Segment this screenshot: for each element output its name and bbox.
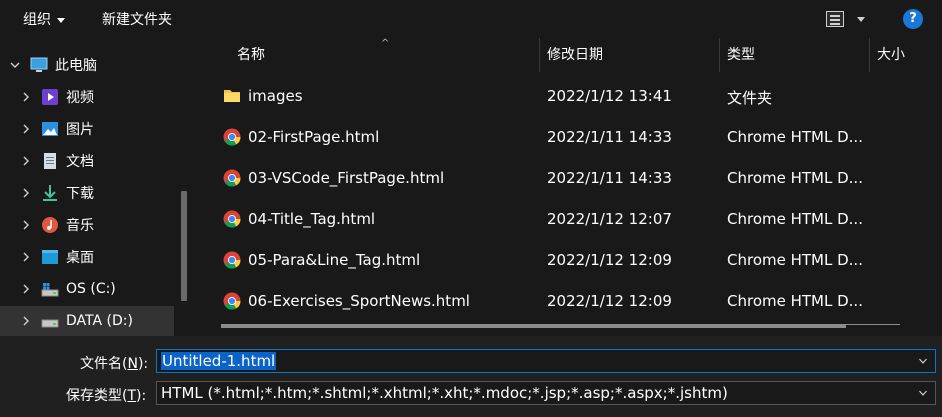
file-name: 04-Title_Tag.html [248,210,376,228]
chevron-right-icon[interactable] [21,188,31,198]
chevron-right-icon[interactable] [21,92,31,102]
file-type: Chrome HTML D... [727,292,863,310]
chevron-right-icon[interactable] [21,316,31,326]
nav-item-downloads[interactable]: 下载 [21,178,94,208]
new-folder-button[interactable]: 新建文件夹 [102,9,172,29]
chevron-right-icon[interactable] [21,220,31,230]
toolbar: 组织 新建文件夹 ? [0,0,942,38]
file-date: 2022/1/12 13:41 [547,87,672,105]
nav-item-label: DATA (D:) [66,313,133,329]
chevron-right-icon[interactable] [21,284,31,294]
drive-c-icon [41,283,59,297]
file-row[interactable]: 06-Exercises_SportNews.html 2022/1/12 12… [199,282,942,323]
file-name: 02-FirstPage.html [248,128,380,146]
file-type: Chrome HTML D... [727,210,863,228]
folder-icon [224,90,240,102]
file-row[interactable]: 05-Para&Line_Tag.html 2022/1/12 12:09 Ch… [199,241,942,282]
file-row[interactable]: images 2022/1/12 13:41 文件夹 [199,77,942,118]
download-icon [43,185,57,201]
music-icon [42,217,58,233]
view-options-icon[interactable] [826,11,844,27]
navigation-pane: 此电脑 视频 图片 文档 下载 音乐 桌面 OS (C:) DATA (D:) [0,38,199,336]
filetype-label: 保存类型(T): [66,388,147,404]
nav-item-label: 下载 [66,186,94,202]
computer-icon [30,57,48,72]
filetype-value: HTML (*.html;*.htm;*.shtml;*.xhtml;*.xht… [161,384,728,402]
column-header-name[interactable]: 名称 [229,38,265,72]
help-icon[interactable]: ? [903,9,923,29]
filename-input[interactable]: Untitled-1.html [156,349,936,373]
file-row[interactable]: 04-Title_Tag.html 2022/1/12 12:07 Chrome… [199,200,942,241]
nav-item-pictures[interactable]: 图片 [21,114,94,144]
new-folder-label: 新建文件夹 [102,12,172,28]
file-list: ^ 名称 修改日期 类型 大小 images 2022/1/12 13:41 文… [199,38,942,336]
horizontal-scrollbar-track [846,324,900,325]
chrome-icon [223,251,241,269]
drive-d-icon [41,319,59,328]
chevron-down-icon [57,17,65,23]
file-date: 2022/1/12 12:07 [547,210,672,228]
chevron-down-icon[interactable] [919,358,927,364]
file-type: Chrome HTML D... [727,128,863,146]
picture-icon [42,122,58,136]
nav-item-label: 视频 [66,90,94,106]
file-type: 文件夹 [727,89,773,107]
file-row[interactable]: 03-VSCode_FirstPage.html 2022/1/11 14:33… [199,159,942,200]
filetype-select[interactable]: HTML (*.html;*.htm;*.shtml;*.xhtml;*.xht… [156,381,936,405]
video-icon [42,89,58,105]
nav-item-label: 桌面 [66,250,94,266]
chrome-icon [223,210,241,228]
chevron-right-icon[interactable] [21,124,31,134]
chevron-right-icon[interactable] [21,252,31,262]
nav-item-drive-c[interactable]: OS (C:) [21,274,116,304]
nav-item-label: 此电脑 [55,58,97,74]
organize-button[interactable]: 组织 [23,9,65,29]
organize-label: 组织 [23,12,51,28]
sort-ascending-icon: ^ [381,38,390,49]
file-date: 2022/1/12 12:09 [547,292,672,310]
nav-scrollbar[interactable] [181,191,187,301]
chevron-down-icon[interactable] [10,60,20,70]
file-date: 2022/1/12 12:09 [547,251,672,269]
document-icon [44,153,56,169]
file-name: images [248,87,303,105]
chevron-right-icon[interactable] [21,156,31,166]
file-row[interactable]: 02-FirstPage.html 2022/1/11 14:33 Chrome… [199,118,942,159]
column-header-size[interactable]: 大小 [869,38,905,72]
file-date: 2022/1/11 14:33 [547,128,672,146]
nav-item-videos[interactable]: 视频 [21,82,94,112]
chrome-icon [223,169,241,187]
nav-item-label: 文档 [66,154,94,170]
chrome-icon [223,128,241,146]
chevron-down-icon[interactable] [919,390,927,396]
save-options-panel: 文件名(N): Untitled-1.html 保存类型(T): HTML (*… [0,336,942,417]
horizontal-scrollbar[interactable] [221,324,846,328]
column-header-type[interactable]: 类型 [719,38,755,72]
nav-item-label: 图片 [66,122,94,138]
file-date: 2022/1/11 14:33 [547,169,672,187]
nav-item-label: OS (C:) [66,281,116,297]
nav-item-music[interactable]: 音乐 [21,210,94,240]
nav-item-this-pc[interactable]: 此电脑 [10,50,97,80]
nav-item-label: 音乐 [66,218,94,234]
chrome-icon [223,292,241,310]
file-name: 05-Para&Line_Tag.html [248,251,421,269]
file-name: 03-VSCode_FirstPage.html [248,169,445,187]
filename-value[interactable]: Untitled-1.html [161,352,277,370]
file-type: Chrome HTML D... [727,169,863,187]
nav-item-documents[interactable]: 文档 [21,146,94,176]
file-name: 06-Exercises_SportNews.html [248,292,470,310]
column-header-date[interactable]: 修改日期 [539,38,603,72]
nav-item-desktop[interactable]: 桌面 [21,242,94,272]
file-type: Chrome HTML D... [727,251,863,269]
nav-item-drive-d[interactable]: DATA (D:) [21,306,133,336]
view-dropdown-chevron-icon[interactable] [857,17,865,22]
filename-label: 文件名(N): [80,356,149,372]
desktop-icon [42,250,58,264]
